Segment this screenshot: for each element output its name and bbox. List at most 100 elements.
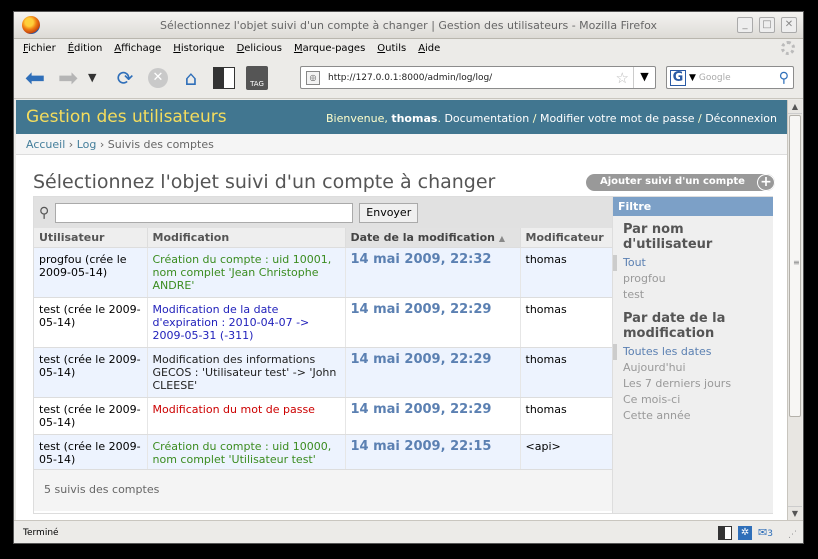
column-header-user[interactable]: Utilisateur <box>34 228 147 248</box>
breadcrumb-home[interactable]: Accueil <box>26 138 65 151</box>
table-row[interactable]: test (crée le 2009-05-14) Modification d… <box>34 347 612 398</box>
sep: / <box>529 112 540 125</box>
filter-option[interactable]: Aujourd'hui <box>613 360 773 376</box>
menu-delicious[interactable]: Delicious <box>237 43 282 54</box>
cell-date: 14 mai 2009, 22:15 <box>344 434 520 472</box>
table-row[interactable]: test (crée le 2009-05-14) Modification d… <box>34 297 612 348</box>
addon-status-icon[interactable]: ✲ <box>738 526 753 540</box>
search-input[interactable] <box>55 202 354 223</box>
google-engine-icon[interactable]: G <box>670 69 686 86</box>
results-table: Utilisateur Modification Date de la modi… <box>34 228 612 472</box>
username: thomas <box>391 112 438 125</box>
url-input[interactable]: http://127.0.0.1:8000/admin/log/log/ <box>328 73 616 83</box>
url-dropdown-icon[interactable]: ▼ <box>633 67 655 88</box>
menu-edition[interactable]: Édition <box>68 43 103 54</box>
scroll-thumb[interactable]: ≡ <box>789 115 801 417</box>
menu-affichage[interactable]: Affichage <box>114 43 161 54</box>
search-submit-button[interactable]: Envoyer <box>359 202 419 223</box>
delicious-status-icon[interactable] <box>718 526 733 540</box>
cell-modifier: <api> <box>519 434 612 472</box>
scroll-up-icon[interactable]: ▲ <box>788 100 802 114</box>
welcome-text: Bienvenue, <box>326 112 392 125</box>
cell-user[interactable]: test (crée le 2009-05-14) <box>34 434 147 472</box>
filter-group-title: Par nom d'utilisateur <box>623 222 713 252</box>
mail-icon[interactable]: ✉3 <box>758 526 773 540</box>
sort-ascending-icon: ▲ <box>498 233 505 243</box>
cell-date: 14 mai 2009, 22:29 <box>344 297 520 348</box>
logout-link[interactable]: Déconnexion <box>705 112 777 125</box>
filter-option[interactable]: Tout <box>613 255 773 271</box>
filter-option[interactable]: Toutes les dates <box>613 344 773 360</box>
throbber-icon <box>781 41 795 55</box>
menu-outils[interactable]: Outils <box>377 43 406 54</box>
cell-modifier: thomas <box>519 347 612 398</box>
grip-icon: ≡ <box>793 258 800 267</box>
minimize-icon[interactable]: _ <box>737 17 753 33</box>
delicious-icon[interactable] <box>213 66 235 89</box>
engine-dropdown-icon[interactable]: ▼ <box>689 73 696 83</box>
search-bar[interactable]: G ▼ Google ⚲ <box>666 66 794 89</box>
table-row[interactable]: test (crée le 2009-05-14) Création du co… <box>34 434 612 472</box>
tag-wrap: TAG <box>244 65 270 91</box>
table-row[interactable]: progfou (crée le 2009-05-14) Création du… <box>34 247 612 298</box>
url-bar[interactable]: ◎ http://127.0.0.1:8000/admin/log/log/ ☆… <box>300 66 656 89</box>
cell-user[interactable]: test (crée le 2009-05-14) <box>34 347 147 398</box>
status-icons: ✲ ✉3 <box>718 526 773 540</box>
sep: / <box>694 112 706 125</box>
cell-date: 14 mai 2009, 22:29 <box>344 347 520 398</box>
scroll-down-icon[interactable]: ▼ <box>788 506 802 520</box>
cell-user[interactable]: progfou (crée le 2009-05-14) <box>34 247 147 298</box>
filter-option[interactable]: Ce mois-ci <box>613 392 773 408</box>
column-header-modification[interactable]: Modification <box>146 228 345 248</box>
cell-modification: Modification de la date d'expiration : 2… <box>146 297 345 348</box>
documentation-link[interactable]: Documentation <box>444 112 529 125</box>
column-header-date[interactable]: Date de la modification ▲ <box>344 228 520 248</box>
filter-option[interactable]: test <box>613 287 773 303</box>
resize-grip-icon[interactable]: ⋰ <box>788 530 800 542</box>
column-header-modifier[interactable]: Modificateur <box>519 228 612 248</box>
breadcrumb: Accueil › Log › Suivis des comptes <box>16 134 787 155</box>
search-engine-input[interactable]: Google <box>699 73 779 83</box>
paginator: 5 suivis des comptes <box>34 469 612 511</box>
filter-option[interactable]: progfou <box>613 271 773 287</box>
add-button-label: Ajouter suivi d'un compte <box>600 176 745 187</box>
menu-marque-pages[interactable]: Marque-pages <box>294 43 365 54</box>
menu-historique[interactable]: Historique <box>173 43 224 54</box>
filter-option[interactable]: Les 7 derniers jours <box>613 376 773 392</box>
tag-icon[interactable]: TAG <box>246 65 268 90</box>
reload-icon[interactable]: ⟳ <box>112 65 138 91</box>
menu-fichier[interactable]: Fichier <box>23 43 56 54</box>
maximize-icon[interactable]: □ <box>759 17 775 33</box>
cell-date: 14 mai 2009, 22:29 <box>344 397 520 435</box>
change-password-link[interactable]: Modifier votre mot de passe <box>540 112 695 125</box>
stop-button-wrap: ✕ <box>145 65 171 91</box>
filter-option[interactable]: Cette année <box>613 408 773 424</box>
table-row[interactable]: test (crée le 2009-05-14) Modification d… <box>34 397 612 435</box>
menu-aide[interactable]: Aide <box>418 43 440 54</box>
cell-modification: Modification du mot de passe <box>146 397 345 435</box>
stop-icon[interactable]: ✕ <box>148 67 168 88</box>
close-icon[interactable]: ✕ <box>781 17 797 33</box>
admin-header: Gestion des utilisateurs Bienvenue, thom… <box>16 100 787 134</box>
site-brand[interactable]: Gestion des utilisateurs <box>26 107 227 127</box>
cell-user[interactable]: test (crée le 2009-05-14) <box>34 297 147 348</box>
forward-arrow-icon[interactable]: ➡ <box>55 64 81 92</box>
status-bar: Terminé ✲ ✉3 ⋰ <box>14 520 803 543</box>
breadcrumb-log[interactable]: Log <box>77 138 97 151</box>
history-dropdown-icon[interactable]: ▼ <box>88 71 102 84</box>
vertical-scrollbar[interactable]: ▲ ≡ ▼ <box>787 100 802 520</box>
cell-user[interactable]: test (crée le 2009-05-14) <box>34 397 147 435</box>
home-icon[interactable]: ⌂ <box>178 65 204 91</box>
window-title: Sélectionnez l'objet suivi d'un compte à… <box>160 19 657 32</box>
cell-date: 14 mai 2009, 22:32 <box>344 247 520 298</box>
bookmark-star-icon[interactable]: ☆ <box>616 69 629 87</box>
site-identity-icon[interactable]: ◎ <box>306 70 320 85</box>
add-account-log-button[interactable]: Ajouter suivi d'un compte + <box>586 174 775 191</box>
page-viewport: Gestion des utilisateurs Bienvenue, thom… <box>16 100 787 520</box>
search-go-icon[interactable]: ⚲ <box>779 70 789 86</box>
date-header-label: Date de la modification <box>350 230 495 244</box>
cell-modifier: thomas <box>519 247 612 298</box>
breadcrumb-current: Suivis des comptes <box>107 138 214 151</box>
back-arrow-icon[interactable]: ⬅ <box>22 64 48 92</box>
filter-list-user: Tout progfou test <box>613 252 773 305</box>
